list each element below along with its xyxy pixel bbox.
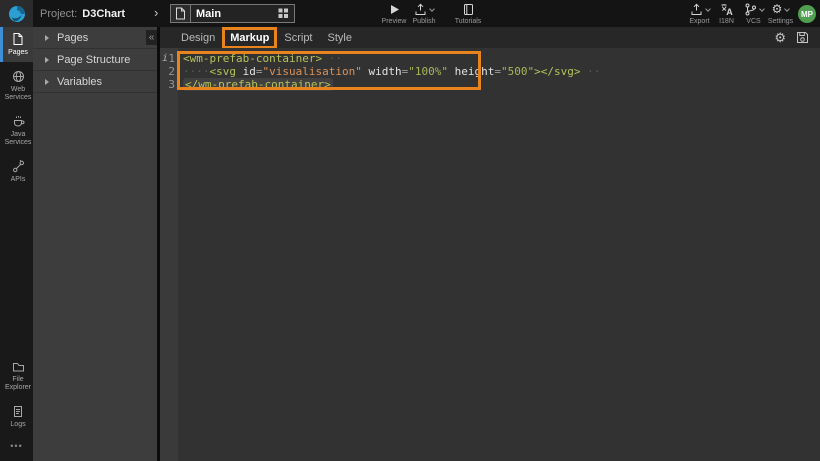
i18n-button[interactable]: A I18N xyxy=(713,3,740,25)
tab-markup-label: Markup xyxy=(230,31,270,44)
main-area: Design Markup Script Style ⚙ i 1 2 3 <wm… xyxy=(160,26,820,461)
rail-item-apis[interactable]: APIs xyxy=(0,155,33,189)
branch-icon xyxy=(744,3,757,16)
rail-item-logs[interactable]: Logs xyxy=(0,400,33,434)
page-tab: Main xyxy=(170,4,295,23)
user-avatar[interactable]: MP xyxy=(798,5,816,23)
rail-spacer xyxy=(0,192,33,356)
panel-section-pages[interactable]: Pages xyxy=(33,27,157,49)
rail-item-label: Web Services xyxy=(4,86,32,101)
page-icon xyxy=(175,7,186,20)
rail-item-label: File Explorer xyxy=(4,376,32,391)
line-number: 3 xyxy=(168,78,175,91)
active-page-name: Main xyxy=(196,7,222,20)
panel-section-page-structure[interactable]: Page Structure xyxy=(33,49,157,71)
settings-label: Settings xyxy=(767,18,794,25)
code-line-3[interactable]: </wm-prefab-container> xyxy=(183,78,820,91)
topbar-right-actions: Export A I18N VCS ⚙ Settings MP xyxy=(686,3,816,25)
folder-icon xyxy=(12,361,25,373)
panel-section-label: Pages xyxy=(57,31,89,44)
wavemaker-logo-icon xyxy=(8,5,26,23)
preview-button[interactable]: Preview xyxy=(379,3,409,25)
export-icon xyxy=(690,3,703,16)
export-label: Export xyxy=(689,18,710,25)
side-panel: Pages Page Structure Variables « xyxy=(33,27,157,461)
page-type-button[interactable] xyxy=(170,4,191,23)
chevron-down-icon xyxy=(758,5,765,12)
code-editor[interactable]: i 1 2 3 <wm-prefab-container> ·· ····<sv… xyxy=(160,48,820,461)
app-logo[interactable] xyxy=(0,0,33,27)
expand-triangle-icon xyxy=(45,56,49,63)
project-label: Project: xyxy=(40,7,78,20)
line-number: 2 xyxy=(168,65,175,78)
panel-section-label: Page Structure xyxy=(57,53,131,66)
expand-triangle-icon xyxy=(45,78,49,85)
publish-label: Publish xyxy=(412,18,436,25)
top-bar: Project: D3Chart › Main Preview Publish … xyxy=(0,0,820,27)
i18n-label: I18N xyxy=(719,18,734,25)
export-button[interactable]: Export xyxy=(686,3,713,25)
publish-button[interactable]: Publish xyxy=(409,3,439,25)
gutter-line-2: 2 xyxy=(160,65,178,78)
topbar-center-actions: Preview Publish Tutorials xyxy=(379,3,483,25)
save-icon[interactable] xyxy=(796,31,809,44)
svg-text:A: A xyxy=(726,7,733,16)
editor-tab-bar: Design Markup Script Style ⚙ xyxy=(160,26,820,49)
panel-section-variables[interactable]: Variables xyxy=(33,71,157,93)
editor-gutter: i 1 2 3 xyxy=(160,48,178,461)
panel-section-label: Variables xyxy=(57,75,103,88)
rail-item-label: APIs xyxy=(10,176,26,183)
tab-script[interactable]: Script xyxy=(282,31,314,45)
globe-icon xyxy=(12,70,25,83)
rail-item-file-explorer[interactable]: File Explorer xyxy=(0,356,33,397)
rail-item-java-services[interactable]: Java Services xyxy=(0,110,33,152)
line-number: 1 xyxy=(168,52,175,65)
rail-item-pages[interactable]: Pages xyxy=(0,27,33,62)
pages-icon xyxy=(12,32,24,46)
vcs-label: VCS xyxy=(746,18,761,25)
code-content[interactable]: <wm-prefab-container> ·· ····<svg id="vi… xyxy=(178,48,820,461)
rail-item-label: Java Services xyxy=(4,131,32,146)
active-page-selector[interactable]: Main xyxy=(191,4,295,23)
tutorials-book-icon xyxy=(462,3,474,16)
project-breadcrumb: Project: D3Chart xyxy=(40,0,125,27)
code-line-2[interactable]: ····<svg id="visualisation" width="100%"… xyxy=(183,65,820,78)
left-rail: Pages Web Services Java Services APIs Fi… xyxy=(0,27,33,461)
tutorials-label: Tutorials xyxy=(454,18,482,25)
rail-more-button[interactable]: ••• xyxy=(0,441,33,451)
tutorials-button[interactable]: Tutorials xyxy=(453,3,483,25)
info-marker-icon: i xyxy=(162,53,169,64)
rail-item-label: Logs xyxy=(10,421,26,428)
coffee-cup-icon xyxy=(12,115,25,128)
gutter-line-1: i 1 xyxy=(160,52,178,65)
workspace: Pages Web Services Java Services APIs Fi… xyxy=(0,26,820,461)
translate-icon: A xyxy=(720,3,733,16)
project-name: D3Chart xyxy=(82,7,126,20)
gear-icon: ⚙ xyxy=(771,2,783,16)
tab-style[interactable]: Style xyxy=(326,31,354,45)
expand-triangle-icon xyxy=(45,34,49,41)
grid-view-icon[interactable] xyxy=(278,8,289,19)
rail-item-web-services[interactable]: Web Services xyxy=(0,65,33,107)
api-connector-icon xyxy=(12,160,25,173)
chevron-down-icon xyxy=(784,5,791,12)
play-icon xyxy=(389,4,400,15)
chevron-down-icon xyxy=(704,5,711,12)
breadcrumb-chevron-icon: › xyxy=(154,5,159,20)
preview-label: Preview xyxy=(381,18,407,25)
vcs-button[interactable]: VCS xyxy=(740,3,767,25)
gutter-line-3: 3 xyxy=(160,78,178,91)
chevron-down-icon xyxy=(429,5,435,12)
settings-button[interactable]: ⚙ Settings xyxy=(767,2,794,26)
publish-icon xyxy=(414,3,427,16)
rail-item-label: Pages xyxy=(8,49,28,56)
tab-markup[interactable]: Markup xyxy=(222,26,278,49)
log-file-icon xyxy=(12,405,24,418)
editor-settings-gear-icon[interactable]: ⚙ xyxy=(774,30,786,45)
code-line-1[interactable]: <wm-prefab-container> ·· xyxy=(183,52,820,65)
collapse-panel-button[interactable]: « xyxy=(146,30,157,45)
tab-design[interactable]: Design xyxy=(179,31,217,45)
